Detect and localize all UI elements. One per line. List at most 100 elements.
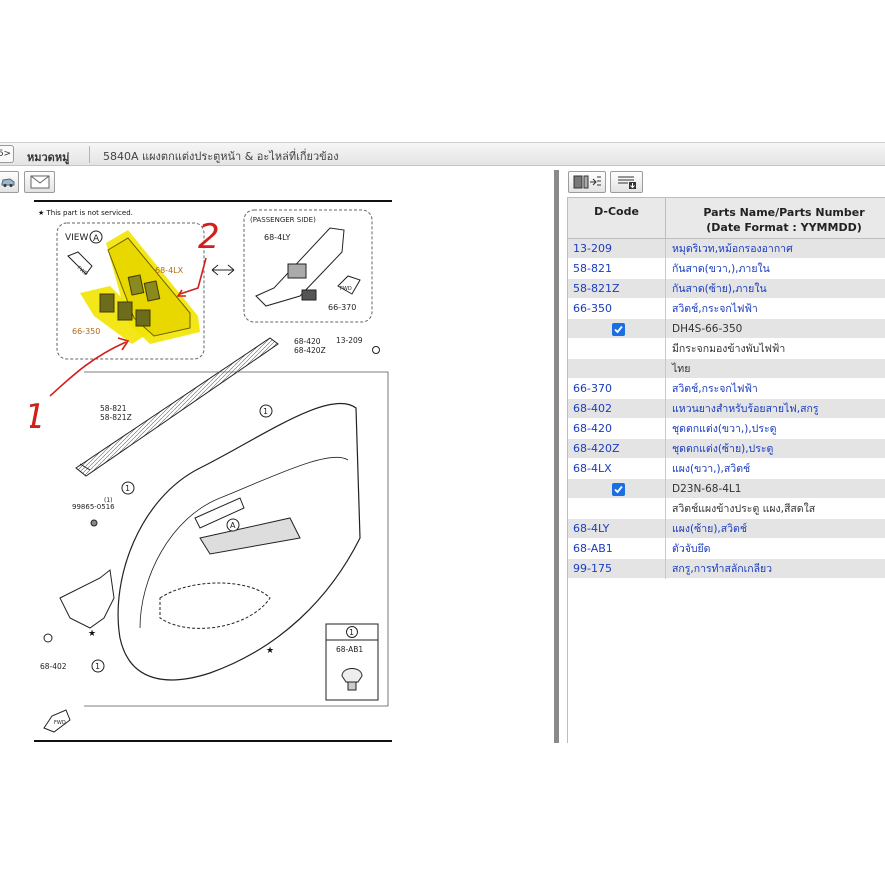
table-row[interactable]: 68-4LX แผง(ขวา,),สวิตช์	[568, 459, 885, 479]
svg-text:1: 1	[95, 662, 100, 671]
part-name-cell: ไทย	[672, 363, 691, 375]
table-row[interactable]: 68-AB1 ตัวจับยึด	[568, 539, 885, 559]
header-divider	[89, 146, 90, 163]
dcode-cell[interactable]: 58-821Z	[568, 279, 666, 299]
table-row: มีกระจกมองข้างพับไฟฟ้า	[568, 339, 885, 359]
car-view-button[interactable]	[0, 171, 19, 193]
table-row[interactable]: 13-209 หมุดริเวท,หม้อกรองอากาศ	[568, 239, 885, 259]
table-row[interactable]: 66-350 สวิตช์,กระจกไฟฟ้า	[568, 299, 885, 319]
part-name-cell[interactable]: แหวนยางสำหรับร้อยสายไฟ,สกรู	[666, 399, 885, 419]
table-header: D-Code Parts Name/Parts Number (Date For…	[568, 197, 885, 239]
dcode-cell	[568, 499, 666, 519]
parts-diagram: ★ This part is not serviced. VIEW A FWD …	[24, 198, 396, 746]
table-row: ไทย	[568, 359, 885, 379]
part-name-cell[interactable]: สกรู,การทำสลักเกลียว	[666, 559, 885, 579]
callout-circle-1-b: 1	[121, 481, 135, 495]
callout-68-420z: 68-420Z	[294, 346, 326, 355]
category-bar: 6> หมวดหมู่ 5840A แผงตกแต่งประตูหน้า & อ…	[0, 142, 885, 166]
callout-58-821: 58-821	[100, 404, 127, 413]
insert-parts-icon	[573, 175, 601, 189]
callout-68-4ly: 68-4LY	[264, 233, 291, 242]
svg-text:1: 1	[263, 407, 268, 416]
group-title: 5840A แผงตกแต่งประตูหน้า & อะไหล่ที่เกี่…	[103, 150, 339, 163]
dcode-cell[interactable]: 68-4LY	[568, 519, 666, 539]
callout-view-a-marker: A	[226, 518, 240, 532]
row-checkbox[interactable]	[612, 483, 625, 496]
column-header-name-line2: (Date Format : YYMMDD)	[706, 221, 862, 234]
handwritten-2: 2	[198, 217, 220, 257]
part-name-cell[interactable]: สวิตช์,กระจกไฟฟ้า	[666, 379, 885, 399]
parts-diagram-svg: ★ This part is not serviced. VIEW A FWD …	[24, 200, 392, 742]
insert-parts-button[interactable]	[568, 171, 606, 193]
dcode-cell[interactable]: 99-175	[568, 559, 666, 579]
callout-66-370: 66-370	[328, 303, 356, 312]
part-name-cell: DH4S-66-350	[672, 323, 743, 335]
app-window: { "header": { "back_label": "6>", "categ…	[0, 0, 885, 885]
star-marker-trim: ★	[266, 646, 274, 656]
callout-58-821z: 58-821Z	[100, 413, 132, 422]
view-letter: A	[93, 234, 100, 244]
column-header-name-line1: Parts Name/Parts Number	[703, 206, 865, 219]
dcode-cell[interactable]: 66-350	[568, 299, 666, 319]
callout-13-209: 13-209	[336, 336, 363, 345]
fwd-label-passenger: FWD	[340, 286, 352, 292]
passenger-side-label: (PASSENGER SIDE)	[250, 216, 316, 224]
part-name-cell[interactable]: ชุดตกแต่ง(ขวา,),ประตู	[666, 419, 885, 439]
row-checkbox[interactable]	[612, 323, 625, 336]
view-label: VIEW	[65, 233, 88, 243]
table-row[interactable]: 68-420Z ชุดตกแต่ง(ซ้าย),ประตู	[568, 439, 885, 459]
envelope-icon	[30, 175, 49, 189]
panel-splitter[interactable]	[554, 170, 559, 743]
part-name-cell[interactable]: แผง(ขวา,),สวิตช์	[666, 459, 885, 479]
handwritten-1: 1	[30, 397, 46, 437]
dcode-cell[interactable]: 68-402	[568, 399, 666, 419]
part-name-cell[interactable]: แผง(ซ้าย),สวิตช์	[666, 519, 885, 539]
category-label: หมวดหมู่	[27, 151, 70, 164]
callout-68-4lx: 68-4LX	[155, 266, 184, 275]
callout-circle-1-a: 1	[259, 404, 273, 418]
part-name-cell[interactable]: ตัวจับยึด	[666, 539, 885, 559]
part-name-cell[interactable]: กันสาด(ขวา,),ภายใน	[666, 259, 885, 279]
star-marker-bracket: ★	[88, 629, 96, 639]
part-name-cell: มีกระจกมองข้างพับไฟฟ้า	[672, 343, 786, 355]
svg-text:1: 1	[125, 484, 130, 493]
parts-table: D-Code Parts Name/Parts Number (Date For…	[567, 197, 885, 743]
callout-68-402: 68-402	[40, 662, 67, 671]
dcode-cell[interactable]: 66-370	[568, 379, 666, 399]
table-row[interactable]: 68-420 ชุดตกแต่ง(ขวา,),ประตู	[568, 419, 885, 439]
dcode-cell[interactable]: 68-420	[568, 419, 666, 439]
table-row: D23N-68-4L1	[568, 479, 885, 499]
dcode-cell[interactable]: 58-821	[568, 259, 666, 279]
part-name-cell[interactable]: ชุดตกแต่ง(ซ้าย),ประตู	[666, 439, 885, 459]
not-serviced-note: ★ This part is not serviced.	[38, 209, 133, 217]
list-download-button[interactable]	[610, 171, 643, 193]
back-button[interactable]: 6>	[0, 145, 14, 163]
dcode-cell[interactable]: 68-AB1	[568, 539, 666, 559]
dcode-cell[interactable]: 68-420Z	[568, 439, 666, 459]
dcode-cell[interactable]: 13-209	[568, 239, 666, 259]
dcode-cell	[568, 359, 666, 379]
callout-68-420: 68-420	[294, 337, 321, 346]
part-name-cell: D23N-68-4L1	[672, 483, 742, 495]
dcode-cell[interactable]: 68-4LX	[568, 459, 666, 479]
check-icon	[614, 325, 623, 334]
dcode-cell	[568, 339, 666, 359]
svg-text:A: A	[230, 521, 236, 530]
table-row[interactable]: 99-175 สกรู,การทำสลักเกลียว	[568, 559, 885, 579]
table-body: 13-209 หมุดริเวท,หม้อกรองอากาศ 58-821 กันสา…	[568, 239, 885, 579]
part-name-cell: สวิตช์แผงข้างประตู แผง,สีสดใส	[672, 503, 816, 515]
table-row[interactable]: 68-4LY แผง(ซ้าย),สวิตช์	[568, 519, 885, 539]
table-row[interactable]: 68-402 แหวนยางสำหรับร้อยสายไฟ,สกรู	[568, 399, 885, 419]
email-button[interactable]	[24, 171, 55, 193]
table-row[interactable]: 58-821Z กันสาด(ซ้าย),ภายใน	[568, 279, 885, 299]
callout-68-ab1: 68-AB1	[336, 645, 363, 654]
table-row[interactable]: 66-370 สวิตช์,กระจกไฟฟ้า	[568, 379, 885, 399]
column-header-parts-name: Parts Name/Parts Number (Date Format : Y…	[666, 198, 885, 238]
part-name-cell[interactable]: กันสาด(ซ้าย),ภายใน	[666, 279, 885, 299]
table-row[interactable]: 58-821 กันสาด(ขวา,),ภายใน	[568, 259, 885, 279]
svg-text:1: 1	[349, 628, 354, 637]
part-name-cell[interactable]: สวิตช์,กระจกไฟฟ้า	[666, 299, 885, 319]
list-download-icon	[617, 176, 636, 189]
check-icon	[614, 485, 623, 494]
part-name-cell[interactable]: หมุดริเวท,หม้อกรองอากาศ	[666, 239, 885, 259]
